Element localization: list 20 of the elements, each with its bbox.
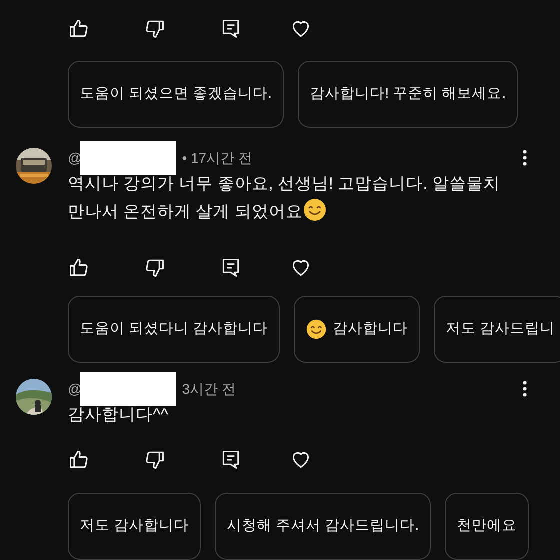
suggested-reply-chip[interactable]: 천만에요 [445,493,530,560]
suggested-reply-chip[interactable]: 감사합니다 [294,296,420,363]
comment-text: 감사합니다^^ [68,405,170,426]
comment-time: 3시간 전 [182,380,236,398]
like-icon[interactable] [68,448,90,471]
suggested-reply-chip[interactable]: 저도 감사드립니 [434,296,560,363]
suggested-reply-chip[interactable]: 시청해 주셔서 감사드립니다. [215,493,432,560]
like-icon[interactable] [68,256,90,279]
suggested-reply-chip[interactable]: 저도 감사합니다 [68,493,202,560]
comment-text: 역시나 강의가 너무 좋아요, 선생님! 고맙습니다. 알쓸물치 만나서 온전하게 살게 되었어요 [68,174,502,224]
reply-icon[interactable] [220,18,242,40]
comment-time: • 17시간 전 [182,148,252,168]
more-options-icon[interactable] [522,380,528,398]
more-options-icon[interactable] [522,149,528,167]
suggested-reply-chip[interactable]: 도움이 되셨으면 좋겠습니다. [68,61,284,128]
reply-icon[interactable] [220,448,242,471]
reply-icon[interactable] [220,256,242,279]
like-icon[interactable] [68,18,90,40]
suggested-reply-chip[interactable]: 도움이 되셨다니 감사합니다 [68,296,280,363]
suggested-reply-chip[interactable]: 감사합니다! 꾸준히 해보세요. [298,61,518,128]
